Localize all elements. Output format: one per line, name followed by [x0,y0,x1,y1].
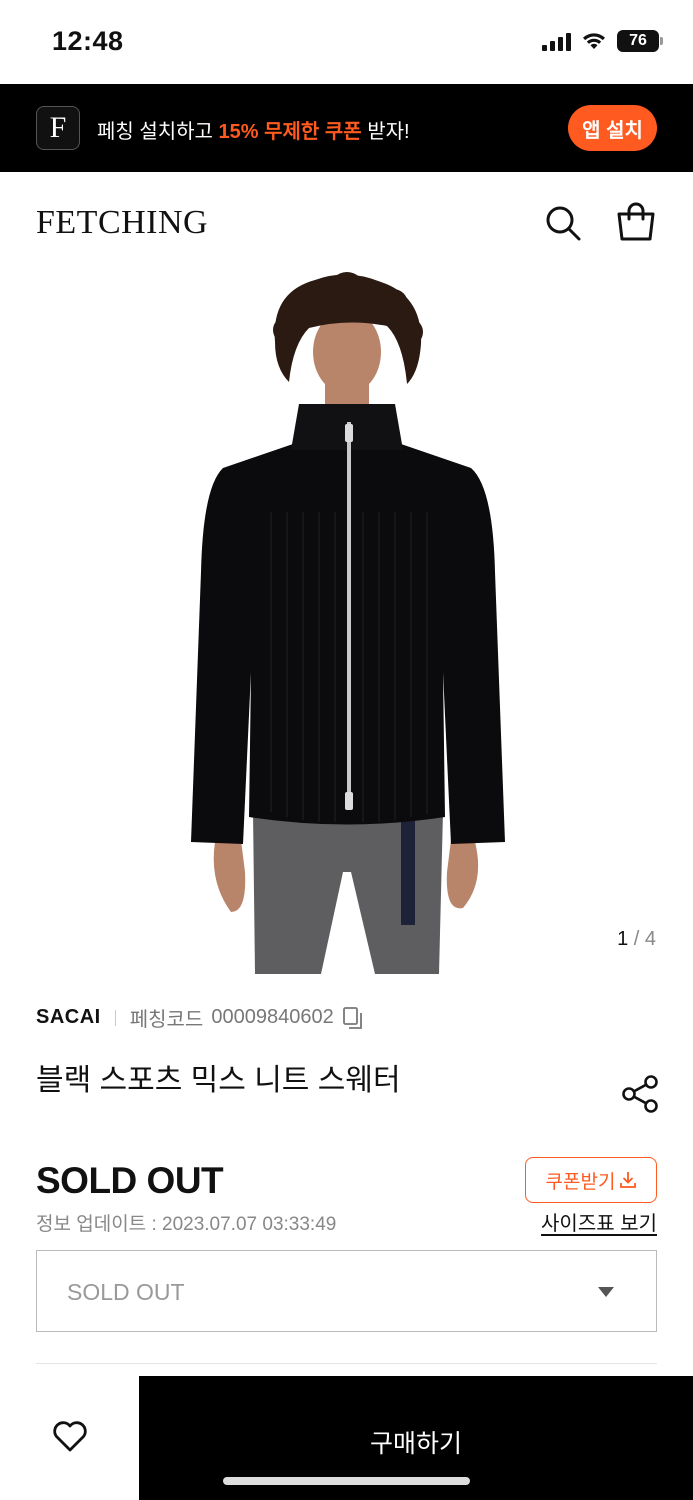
image-total: 4 [644,928,656,950]
update-info: 정보 업데이트 : 2023.07.07 03:33:49 [36,1209,336,1236]
fetching-logo[interactable]: FETCHING [36,204,208,242]
app-logo-icon: F [36,106,80,150]
product-title: 블랙 스포츠 믹스 니트 스웨터 [36,1064,401,1097]
wishlist-button[interactable] [0,1376,139,1500]
size-chart-link[interactable]: 사이즈표 보기 [541,1207,657,1236]
status-icons: 76 [542,30,663,52]
wifi-icon [583,33,605,49]
download-icon [620,1172,637,1188]
product-image[interactable] [175,272,520,974]
get-coupon-button[interactable]: 쿠폰받기 [525,1157,657,1203]
coupon-label: 쿠폰받기 [545,1171,616,1193]
site-header: FETCHING [0,172,693,272]
update-label: 정보 업데이트 : [36,1214,162,1235]
option-select[interactable]: SOLD OUT [36,1250,657,1332]
option-select-value: SOLD OUT [67,1279,185,1305]
promo-banner[interactable]: F 페칭 설치하고 15% 무제한 쿠폰 받자! 앱 설치 [0,84,693,172]
promo-text-after: 받자! [361,121,410,143]
brand-separator [114,1009,116,1026]
promo-text-before: 페칭 설치하고 [97,121,219,143]
share-icon[interactable] [620,1074,660,1114]
search-icon[interactable] [544,204,582,242]
promo-text: 페칭 설치하고 15% 무제한 쿠폰 받자! [97,115,410,144]
heart-icon [52,1421,87,1452]
brand-row: SACAI 페칭코드 00009840602 [36,1003,364,1032]
home-indicator [223,1477,470,1485]
divider [36,1363,657,1364]
fetching-code-label: 페칭코드 [129,1009,204,1031]
signal-icon [542,31,571,51]
status-time: 12:48 [52,26,124,56]
promo-text-accent: 15% 무제한 쿠폰 [218,121,362,143]
copy-icon[interactable] [342,1006,364,1030]
price-status: SOLD OUT [36,1160,224,1201]
shopping-bag-icon[interactable] [615,202,657,242]
caret-down-icon [598,1287,614,1297]
battery-level: 76 [629,32,647,49]
image-separator: / [628,928,645,950]
fetching-code-value: 00009840602 [211,1006,334,1028]
image-counter: 1 / 4 [617,928,656,951]
install-app-button[interactable]: 앱 설치 [568,105,657,151]
update-time: 2023.07.07 03:33:49 [162,1214,337,1235]
battery-icon: 76 [617,30,663,52]
image-index: 1 [617,928,629,950]
brand-name[interactable]: SACAI [36,1006,101,1029]
status-bar: 12:48 76 [0,0,693,84]
